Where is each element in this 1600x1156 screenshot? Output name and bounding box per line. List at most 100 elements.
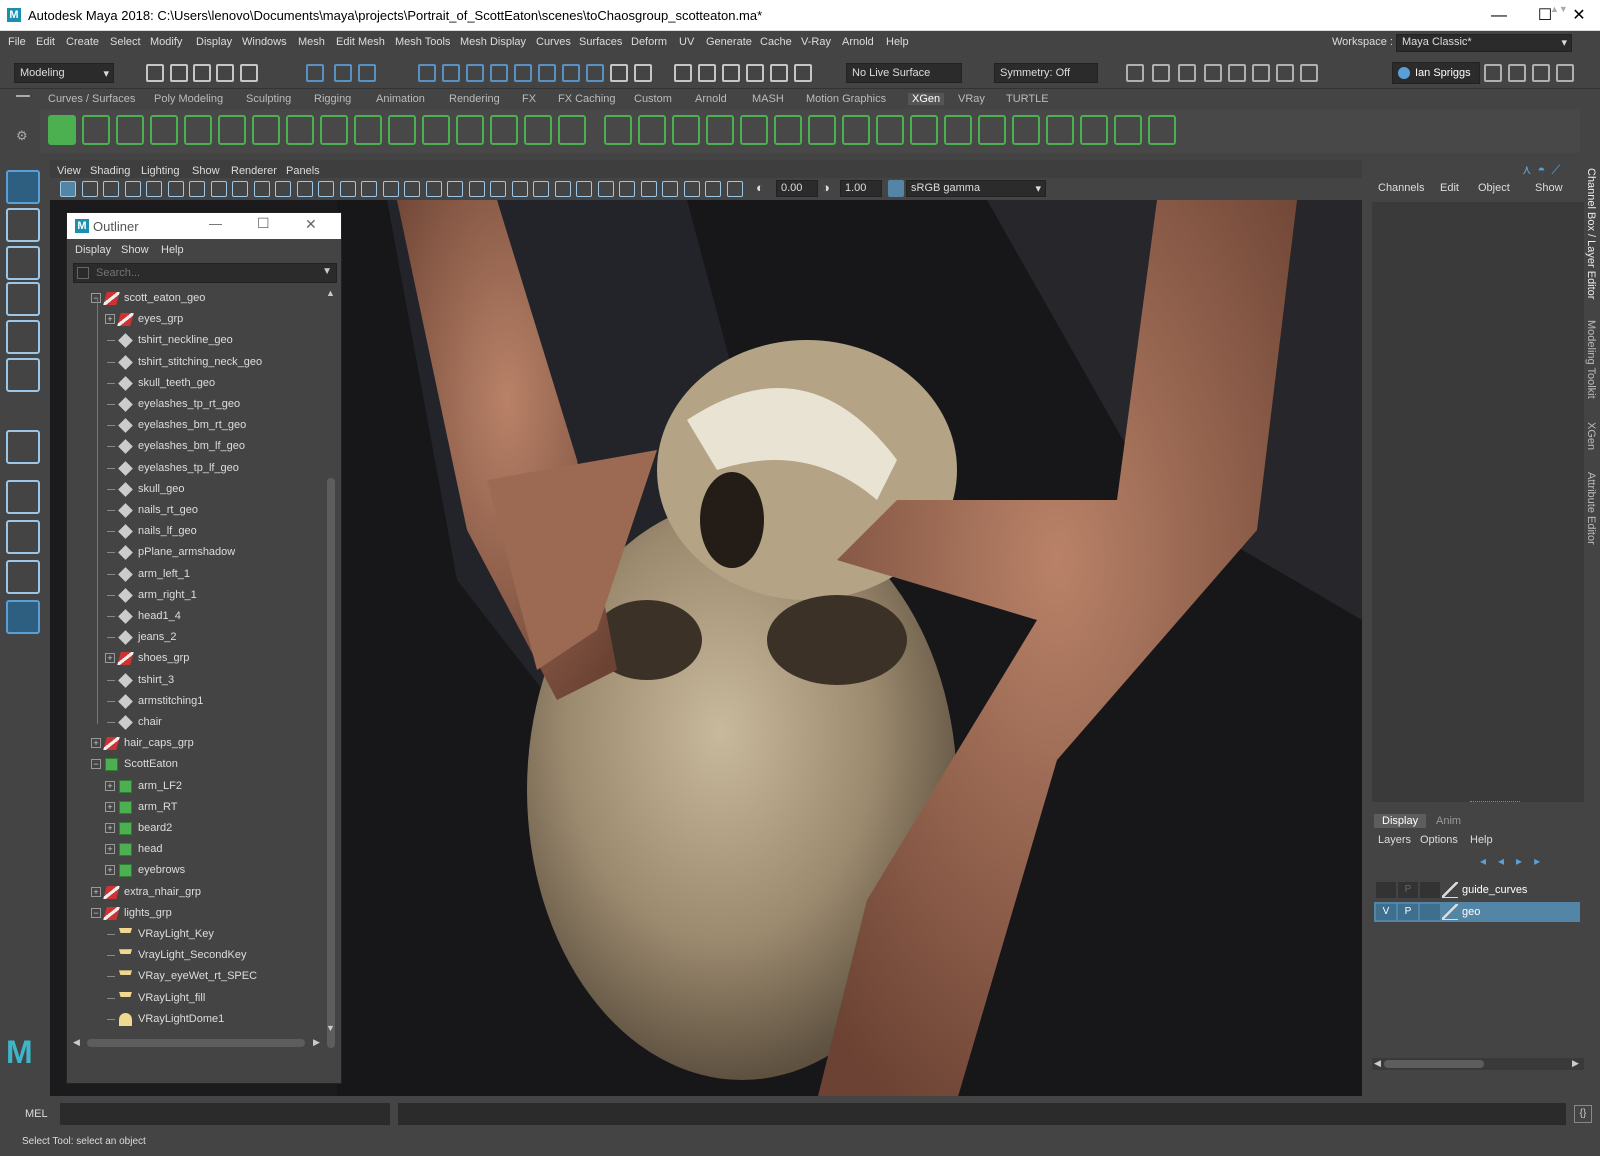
outliner-row[interactable]: arm_right_1 <box>67 585 317 606</box>
status-tool-icon[interactable] <box>240 64 258 82</box>
viewport-toolbar-icon[interactable] <box>554 181 571 197</box>
rotate-tool-icon[interactable] <box>6 320 40 354</box>
status-tool-icon[interactable] <box>418 64 436 82</box>
xgen-shelf-tool-icon[interactable] <box>490 115 518 145</box>
viewport-toolbar-icon[interactable] <box>60 181 76 197</box>
menu-surfaces[interactable]: Surfaces <box>579 36 622 48</box>
status-tool-icon[interactable] <box>634 64 652 82</box>
outliner-row[interactable]: VRay_eyeWet_rt_SPEC <box>67 966 317 987</box>
script-editor-icon[interactable]: {} <box>1574 1105 1592 1123</box>
expand-icon[interactable]: + <box>105 653 115 664</box>
outliner-row[interactable]: − ScottEaton <box>67 754 317 775</box>
shelf-tab-arnold[interactable]: Arnold <box>695 93 727 105</box>
viewport-menu-view[interactable]: View <box>57 165 81 177</box>
menu-modify[interactable]: Modify <box>150 36 182 48</box>
viewport-menu-lighting[interactable]: Lighting <box>141 165 180 177</box>
viewport-menu-shading[interactable]: Shading <box>90 165 130 177</box>
expand-icon[interactable]: + <box>105 801 115 812</box>
layer-menu-help[interactable]: Help <box>1470 834 1493 846</box>
viewport-toolbar-icon[interactable] <box>640 181 657 197</box>
menu-uv[interactable]: UV <box>679 36 694 48</box>
search-dropdown-icon[interactable]: ▼ <box>322 266 332 277</box>
xgen-shelf-tool-icon[interactable] <box>48 115 76 145</box>
outliner-row[interactable]: armstitching1 <box>67 691 317 712</box>
layer-hscroll[interactable]: ◀ ▶ <box>1372 1058 1584 1070</box>
mel-label[interactable]: MEL <box>25 1108 48 1120</box>
status-tool-icon[interactable] <box>674 64 692 82</box>
viewport-toolbar-icon[interactable] <box>296 181 313 197</box>
layer-visibility-toggle[interactable] <box>1376 882 1396 898</box>
shelf-tab-rigging[interactable]: Rigging <box>314 93 351 105</box>
gamma-icon[interactable]: ◑ <box>822 180 840 197</box>
side-tab-modeling-toolkit[interactable]: Modeling Toolkit <box>1585 320 1597 399</box>
outliner-layout-icon[interactable] <box>6 600 40 634</box>
viewport-toolbar-icon[interactable] <box>597 181 614 197</box>
shelf-tab-curves-surfaces[interactable]: Curves / Surfaces <box>48 93 135 105</box>
viewport-render-image[interactable] <box>337 200 1362 1096</box>
menu-windows[interactable]: Windows <box>242 36 287 48</box>
outliner-row[interactable]: skull_teeth_geo <box>67 373 317 394</box>
xgen-shelf-tool-icon[interactable] <box>1148 115 1176 145</box>
outliner-row[interactable]: eyelashes_tp_rt_geo <box>67 394 317 415</box>
exposure-field[interactable]: 0.00 <box>776 180 818 197</box>
viewport-toolbar-icon[interactable] <box>533 181 549 197</box>
render-tool-icon[interactable] <box>1276 64 1294 82</box>
outliner-row[interactable]: eyelashes_bm_rt_geo <box>67 415 317 436</box>
render-tool-icon[interactable] <box>1252 64 1270 82</box>
viewport-toolbar-icon[interactable] <box>490 181 506 197</box>
menu-select[interactable]: Select <box>110 36 141 48</box>
outliner-row[interactable]: + eyebrows <box>67 860 317 881</box>
channelbox-menu-show[interactable]: Show <box>1535 182 1563 194</box>
symmetry-field[interactable]: Symmetry: Off <box>994 63 1098 83</box>
color-management-icon[interactable] <box>888 180 904 197</box>
menu-v-ray[interactable]: V-Ray <box>801 36 831 48</box>
status-tool-icon[interactable] <box>442 64 460 82</box>
outliner-row[interactable]: nails_lf_geo <box>67 521 317 542</box>
shelf-tab-turtle[interactable]: TURTLE <box>1006 93 1049 105</box>
xgen-shelf-tool-icon[interactable] <box>286 115 314 145</box>
expand-icon[interactable]: + <box>105 314 115 325</box>
shelf-tab-fx[interactable]: FX <box>522 93 536 105</box>
shelf-tab-animation[interactable]: Animation <box>376 93 425 105</box>
status-tool-icon[interactable] <box>698 64 716 82</box>
viewport-toolbar-icon[interactable] <box>404 181 420 197</box>
shelf-tab-xgen[interactable]: XGen <box>908 93 945 105</box>
outliner-maximize-button[interactable]: ☐ <box>257 215 270 232</box>
outliner-row[interactable]: arm_left_1 <box>67 564 317 585</box>
viewport-toolbar-icon[interactable] <box>468 181 485 197</box>
outliner-vscroll-thumb[interactable] <box>327 478 335 1048</box>
viewport-toolbar-icon[interactable] <box>253 181 270 197</box>
xgen-shelf-tool-icon[interactable] <box>558 115 586 145</box>
viewport-toolbar-icon[interactable] <box>103 181 119 197</box>
outliner-row[interactable]: + arm_RT <box>67 797 317 818</box>
menu-create[interactable]: Create <box>66 36 99 48</box>
render-tool-icon[interactable] <box>1484 64 1502 82</box>
outliner-row[interactable]: chair <box>67 712 317 733</box>
outliner-row[interactable]: − lights_grp <box>67 903 317 924</box>
shelf-tab-fx-caching[interactable]: FX Caching <box>558 93 615 105</box>
viewport-menu-show[interactable]: Show <box>192 165 220 177</box>
viewport-toolbar-icon[interactable] <box>81 181 98 197</box>
outliner-row[interactable]: VrayLight_SecondKey <box>67 945 317 966</box>
viewport-toolbar-icon[interactable] <box>339 181 356 197</box>
render-tool-icon[interactable] <box>1228 64 1246 82</box>
layer-menu-options[interactable]: Options <box>1420 834 1458 846</box>
outliner-hscroll-thumb[interactable] <box>87 1039 305 1047</box>
render-tool-icon[interactable] <box>1532 64 1550 82</box>
layer-playback-toggle[interactable]: P <box>1398 882 1418 898</box>
outliner-row[interactable]: tshirt_neckline_geo <box>67 330 317 351</box>
workspace-dropdown[interactable]: Maya Classic* ▾ <box>1396 34 1572 52</box>
status-tool-icon[interactable] <box>746 64 764 82</box>
shelf-tab-rendering[interactable]: Rendering <box>449 93 500 105</box>
side-tab-channel-box-layer-editor[interactable]: Channel Box / Layer Editor <box>1585 168 1597 299</box>
viewport-menu-renderer[interactable]: Renderer <box>231 165 277 177</box>
menu-mesh-display[interactable]: Mesh Display <box>460 36 526 48</box>
outliner-row[interactable]: + beard2 <box>67 818 317 839</box>
xgen-shelf-tool-icon[interactable] <box>740 115 768 145</box>
viewport-toolbar-icon[interactable] <box>576 181 592 197</box>
viewport-toolbar-icon[interactable] <box>275 181 291 197</box>
side-tab-attribute-editor[interactable]: Attribute Editor <box>1585 472 1597 545</box>
outliner-row[interactable]: eyelashes_bm_lf_geo <box>67 436 317 457</box>
viewport-toolbar-icon[interactable] <box>662 181 678 197</box>
shelf-tab-mash[interactable]: MASH <box>752 93 784 105</box>
